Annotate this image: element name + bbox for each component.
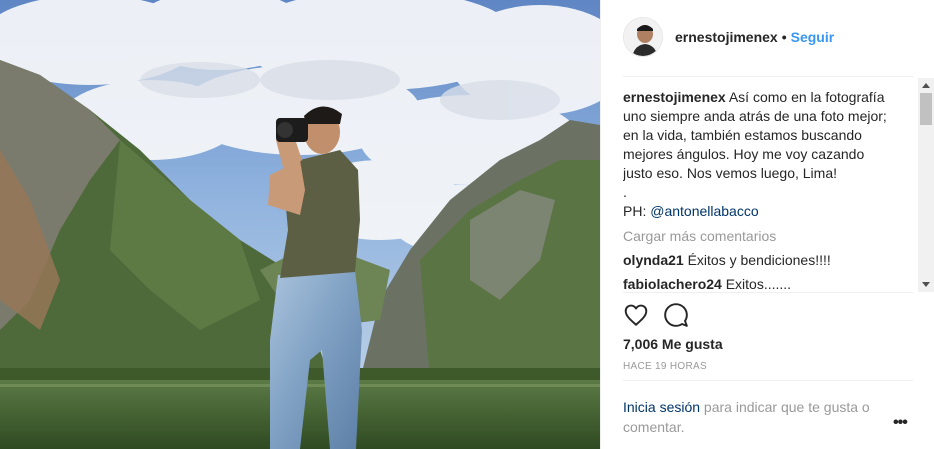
follow-button[interactable]: Seguir [791, 29, 835, 45]
like-count[interactable]: 7,006 Me gusta [623, 336, 723, 352]
post-actions [623, 302, 689, 330]
post-header: ernestojimenex • Seguir [623, 17, 913, 57]
caption-credit-prefix: PH: [623, 203, 651, 219]
comment-bubble-icon[interactable] [663, 302, 689, 328]
comment-text: Exitos....... [725, 276, 792, 291]
login-prompt: Inicia sesión para indicar que te gusta … [623, 397, 883, 437]
author-avatar[interactable] [623, 17, 663, 57]
load-more-comments-button[interactable]: Cargar más comentarios [623, 227, 917, 246]
heart-icon[interactable] [623, 302, 649, 328]
actions-divider [623, 292, 913, 293]
comments-list: ernestojimenex Así como en la fotografía… [623, 88, 917, 291]
post-timestamp[interactable]: HACE 19 HORAS [623, 361, 707, 372]
caption-dot-line: . [623, 184, 627, 200]
post-caption: ernestojimenex Así como en la fotografía… [623, 88, 893, 221]
post-photo[interactable] [0, 0, 600, 449]
scroll-down-arrow-icon[interactable] [922, 282, 930, 287]
avatar-image [624, 18, 662, 56]
caption-credit: PH: @antonellabacco [623, 202, 893, 221]
author-username[interactable]: ernestojimenex [675, 29, 778, 45]
scrollbar-thumb[interactable] [920, 93, 932, 125]
login-link[interactable]: Inicia sesión [623, 399, 700, 415]
login-divider [623, 380, 913, 381]
comment-username[interactable]: olynda21 [623, 252, 684, 268]
post-side-panel: ernestojimenex • Seguir ernestojimenex A… [600, 0, 934, 449]
caption-username[interactable]: ernestojimenex [623, 89, 726, 105]
header-divider [623, 76, 913, 77]
heart-icon-svg [624, 304, 648, 326]
comment-bubble-icon-svg [664, 303, 688, 327]
comment-username[interactable]: fabiolachero24 [623, 276, 722, 291]
photographer-mention-link[interactable]: @antonellabacco [650, 203, 758, 219]
scroll-up-arrow-icon[interactable] [922, 83, 930, 88]
comment-text: Éxitos y bendiciones!!!! [687, 252, 831, 268]
more-options-icon[interactable]: ••• [893, 414, 908, 432]
comments-scrollbar[interactable] [918, 78, 934, 292]
comment-item: olynda21 Éxitos y bendiciones!!!! [623, 251, 917, 270]
header-separator: • [781, 29, 787, 45]
comment-item: fabiolachero24 Exitos....... [623, 275, 917, 291]
instagram-post: ernestojimenex • Seguir ernestojimenex A… [0, 0, 934, 449]
landscape-photo [0, 0, 600, 449]
